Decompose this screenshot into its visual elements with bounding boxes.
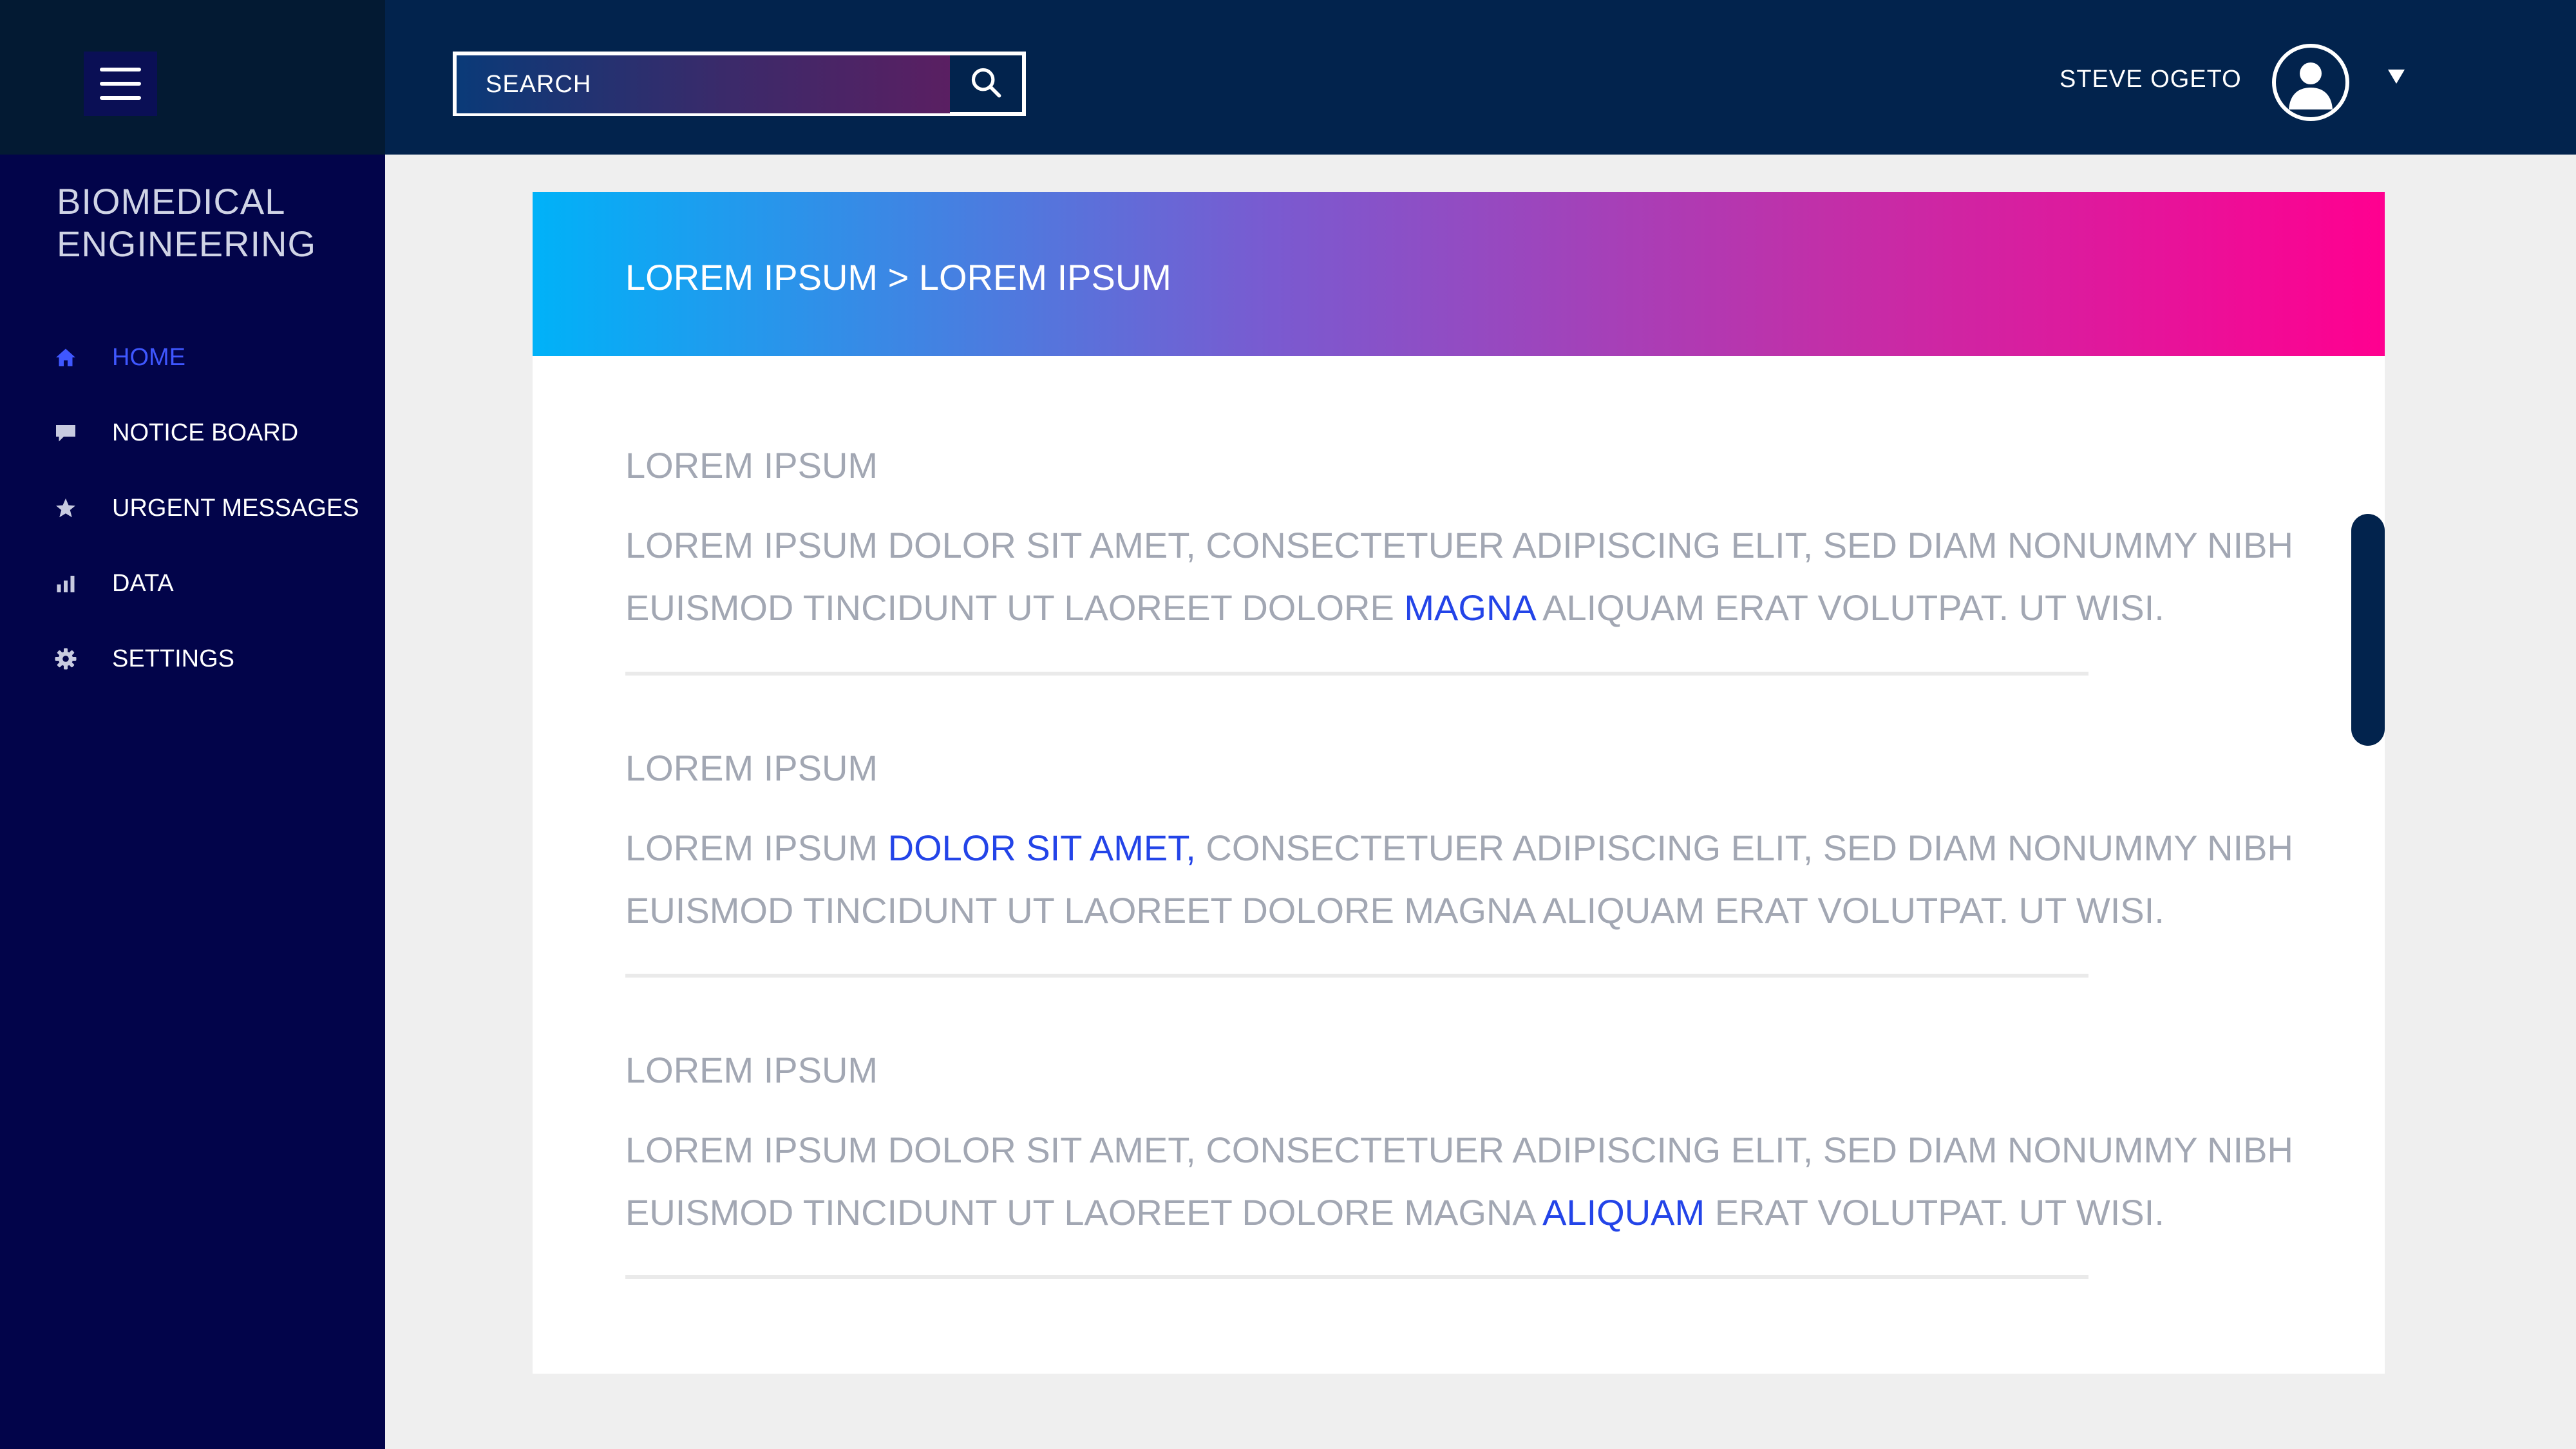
list-item: LOREM IPSUM LOREM IPSUM DOLOR SIT AMET, … [625,1048,2293,1244]
sidebar-item-notice-board[interactable]: NOTICE BOARD [0,407,385,459]
sidebar-top [0,0,385,155]
hamburger-icon-bar [100,68,141,71]
breadcrumb-banner: LOREM IPSUM > LOREM IPSUM [533,192,2385,356]
entry-text: LOREM IPSUM [625,828,888,868]
entry-body-line: EUISMOD TINCIDUNT UT LAOREET DOLORE MAGN… [625,879,2210,942]
entry-text: EUISMOD TINCIDUNT UT LAOREET DOLORE [625,587,1405,628]
divider [625,1275,2088,1279]
sidebar: BIOMEDICAL ENGINEERING HOME NOTICE BOARD… [0,0,385,1449]
sidebar-item-settings[interactable]: SETTINGS [0,633,385,685]
user-name[interactable]: STEVE OGETO [2060,66,2242,93]
entry-body-line: LOREM IPSUM DOLOR SIT AMET, CONSECTETUER… [625,1119,2293,1181]
entry-body: LOREM IPSUM DOLOR SIT AMET, CONSECTETUER… [625,1119,2293,1244]
hamburger-icon-bar [100,96,141,100]
comment-icon [53,420,79,446]
entry-text: EUISMOD TINCIDUNT UT LAOREET DOLORE MAGN… [625,1192,1543,1233]
home-icon [53,345,79,370]
entry-link[interactable]: ALIQUAM [1542,1192,1705,1233]
entry-title: LOREM IPSUM [625,748,878,788]
sidebar-item-label: NOTICE BOARD [112,419,299,446]
user-avatar-icon [2276,62,2345,117]
sidebar-item-home[interactable]: HOME [0,332,385,383]
breadcrumb: LOREM IPSUM > LOREM IPSUM [625,257,1171,298]
sidebar-item-urgent-messages[interactable]: URGENT MESSAGES [0,482,385,534]
list-item: LOREM IPSUM LOREM IPSUM DOLOR SIT AMET, … [625,746,2293,942]
hamburger-menu-button[interactable] [84,52,157,116]
sidebar-brand: BIOMEDICAL ENGINEERING [57,181,317,264]
gear-icon [53,646,79,672]
entry-text: LOREM IPSUM DOLOR SIT AMET, CONSECTETUER… [625,1130,2293,1170]
search-input[interactable] [457,55,950,113]
entry-body-line: EUISMOD TINCIDUNT UT LAOREET DOLORE MAGN… [625,576,2210,639]
entry-title: LOREM IPSUM [625,445,878,486]
entry-body-line: LOREM IPSUM DOLOR SIT AMET, CONSECTETUER… [625,514,2293,576]
entry-text: ALIQUAM ERAT VOLUTPAT. UT WISI. [1534,587,2164,628]
user-dropdown-caret-icon[interactable] [2388,70,2405,84]
entry-text: EUISMOD TINCIDUNT UT LAOREET DOLORE MAGN… [625,890,2164,931]
sidebar-item-label: URGENT MESSAGES [112,494,359,522]
content-card: LOREM IPSUM > LOREM IPSUM LOREM IPSUM LO… [533,192,2385,1374]
bar-chart-icon [53,571,79,596]
sidebar-item-label: SETTINGS [112,645,235,672]
entry-link[interactable]: MAGNA [1404,587,1534,628]
scrollbar-thumb[interactable] [2351,514,2385,746]
search-icon [969,66,1003,102]
entry-body-line: EUISMOD TINCIDUNT UT LAOREET DOLORE MAGN… [625,1181,2210,1244]
hamburger-icon-bar [100,82,141,86]
star-icon [53,495,79,521]
sidebar-item-data[interactable]: DATA [0,558,385,609]
entry-text: LOREM IPSUM DOLOR SIT AMET, CONSECTETUER… [625,525,2293,565]
user-avatar[interactable] [2272,44,2349,121]
search-bar [453,52,1026,116]
entry-text: ERAT VOLUTPAT. UT WISI. [1705,1192,2164,1233]
entry-title: LOREM IPSUM [625,1050,878,1090]
divider [625,974,2088,978]
entry-body: LOREM IPSUM DOLOR SIT AMET, CONSECTETUER… [625,817,2293,942]
list-item: LOREM IPSUM LOREM IPSUM DOLOR SIT AMET, … [625,443,2293,639]
entry-text: CONSECTETUER ADIPISCING ELIT, SED DIAM N… [1195,828,2293,868]
entry-link[interactable]: DOLOR SIT AMET, [888,828,1196,868]
sidebar-item-label: DATA [112,569,174,597]
entry-body: LOREM IPSUM DOLOR SIT AMET, CONSECTETUER… [625,514,2293,639]
sidebar-item-label: HOME [112,343,185,371]
top-header: STEVE OGETO [385,0,2576,155]
divider [625,672,2088,676]
search-button[interactable] [950,55,1022,112]
entry-body-line: LOREM IPSUM DOLOR SIT AMET, CONSECTETUER… [625,817,2293,879]
